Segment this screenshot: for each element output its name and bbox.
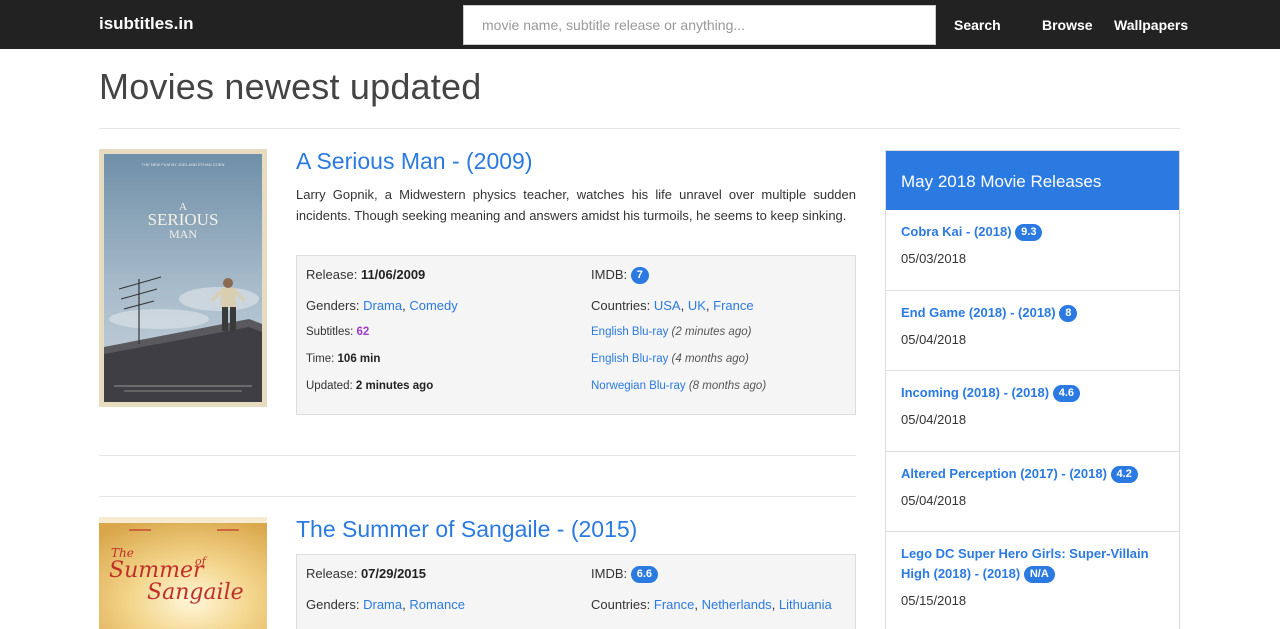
search-button[interactable]: Search bbox=[954, 17, 1001, 33]
release-title-row: Incoming (2018) - (2018) 4.6 bbox=[901, 383, 1164, 403]
country-link[interactable]: France bbox=[713, 298, 753, 313]
imdb-rating-badge: 6.6 bbox=[630, 566, 659, 584]
release-title-link[interactable]: Altered Perception (2017) - (2018) bbox=[901, 466, 1107, 481]
subtitle-link[interactable]: English Blu-ray bbox=[591, 353, 668, 365]
release-field: Release: 11/06/2009 bbox=[306, 267, 425, 282]
genres-field: Genders: Drama, Comedy bbox=[306, 298, 458, 313]
subtitles-count: 62 bbox=[356, 326, 370, 338]
genres-label: Genders: bbox=[306, 298, 360, 313]
movie-description: Larry Gopnik, a Midwestern physics teach… bbox=[296, 187, 856, 223]
movie-info-panel: Release: 11/06/2009 IMDB: 7 Genders: Dra… bbox=[296, 255, 856, 415]
country-link[interactable]: Netherlands bbox=[702, 597, 772, 612]
release-title-link[interactable]: Cobra Kai - (2018) bbox=[901, 224, 1012, 239]
release-list-item: Cobra Kai - (2018) 9.3 05/03/2018 bbox=[886, 210, 1179, 291]
imdb-field: IMDB: 6.6 bbox=[591, 566, 659, 584]
imdb-rating-badge: 7 bbox=[630, 267, 649, 285]
imdb-label: IMDB: bbox=[591, 267, 628, 282]
search-box bbox=[463, 5, 936, 45]
genre-link[interactable]: Romance bbox=[409, 597, 465, 612]
release-value: 11/06/2009 bbox=[360, 267, 426, 282]
page-title: Movies newest updated bbox=[99, 66, 482, 107]
subtitle-age: (2 minutes ago) bbox=[671, 326, 752, 338]
subtitle-age: (4 months ago) bbox=[671, 353, 749, 365]
release-title-row: Lego DC Super Hero Girls: Super-Villain … bbox=[901, 544, 1164, 584]
release-label: Release: bbox=[306, 267, 358, 282]
poster-title-3: MAN bbox=[169, 227, 197, 241]
release-value: 07/29/2015 bbox=[360, 566, 427, 581]
release-list-item: Altered Perception (2017) - (2018) 4.2 0… bbox=[886, 452, 1179, 532]
rating-badge: 4.6 bbox=[1052, 385, 1081, 403]
countries-label: Countries: bbox=[591, 298, 651, 313]
updated-value: 2 minutes ago bbox=[355, 380, 434, 392]
release-list-item: Incoming (2018) - (2018) 4.6 05/04/2018 bbox=[886, 371, 1179, 452]
recent-subtitle: English Blu-ray (2 minutes ago) bbox=[591, 326, 751, 338]
release-date: 05/04/2018 bbox=[901, 412, 967, 427]
rating-badge: 8 bbox=[1059, 304, 1078, 322]
poster-title-4: Sangaile bbox=[147, 580, 244, 605]
time-field: Time: 106 min bbox=[306, 353, 380, 365]
recent-subtitle: Norwegian Blu-ray (8 months ago) bbox=[591, 380, 766, 392]
countries-label: Countries: bbox=[591, 597, 651, 612]
sidebar-header: May 2018 Movie Releases bbox=[886, 151, 1179, 210]
countries-field: Countries: USA, UK, France bbox=[591, 298, 754, 313]
release-date: 05/04/2018 bbox=[901, 492, 967, 508]
country-link[interactable]: France bbox=[654, 597, 694, 612]
genre-link[interactable]: Drama bbox=[363, 298, 402, 313]
release-date: 05/15/2018 bbox=[901, 593, 967, 608]
imdb-field: IMDB: 7 bbox=[591, 267, 649, 285]
poster-summer-of-sangaile: The Summer of Sangaile bbox=[99, 517, 267, 629]
subtitle-link[interactable]: Norwegian Blu-ray bbox=[591, 380, 686, 392]
updated-field: Updated: 2 minutes ago bbox=[306, 380, 433, 392]
country-link[interactable]: UK bbox=[688, 298, 706, 313]
title-divider bbox=[99, 128, 1180, 129]
genres-label: Genders: bbox=[306, 597, 360, 612]
nav-wallpapers[interactable]: Wallpapers bbox=[1114, 17, 1188, 33]
release-title-link[interactable]: Incoming (2018) - (2018) bbox=[901, 385, 1049, 400]
time-value: 106 min bbox=[337, 353, 381, 365]
subtitle-link[interactable]: English Blu-ray bbox=[591, 326, 668, 338]
movie-divider bbox=[99, 455, 856, 456]
updated-label: Updated: bbox=[306, 380, 353, 392]
release-date: 05/03/2018 bbox=[901, 251, 967, 266]
release-title-row: Altered Perception (2017) - (2018) 4.2 bbox=[901, 464, 1164, 484]
subtitle-age: (8 months ago) bbox=[688, 380, 767, 392]
release-title-row: Cobra Kai - (2018) 9.3 bbox=[901, 222, 1164, 242]
release-list-item: Lego DC Super Hero Girls: Super-Villain … bbox=[886, 532, 1179, 629]
time-label: Time: bbox=[306, 353, 335, 365]
rating-badge: 4.2 bbox=[1110, 465, 1138, 483]
genre-link[interactable]: Drama bbox=[363, 597, 402, 612]
movie-poster[interactable]: The Summer of Sangaile bbox=[99, 517, 267, 629]
movie-divider bbox=[99, 496, 856, 497]
subtitles-field: Subtitles: 62 bbox=[306, 326, 369, 338]
imdb-label: IMDB: bbox=[591, 566, 628, 581]
movie-title-link[interactable]: A Serious Man - (2009) bbox=[296, 148, 533, 175]
rating-badge: N/A bbox=[1023, 566, 1055, 584]
genres-field: Genders: Drama, Romance bbox=[306, 597, 465, 612]
country-link[interactable]: Lithuania bbox=[779, 597, 832, 612]
movie-info-panel: Release: 07/29/2015 IMDB: 6.6 Genders: D… bbox=[296, 554, 856, 629]
release-list-item: End Game (2018) - (2018) 8 05/04/2018 bbox=[886, 291, 1179, 371]
recent-subtitle: English Blu-ray (4 months ago) bbox=[591, 353, 749, 365]
countries-field: Countries: France, Netherlands, Lithuani… bbox=[591, 597, 832, 612]
site-logo[interactable]: isubtitles.in bbox=[99, 14, 193, 34]
release-date: 05/04/2018 bbox=[901, 331, 967, 347]
nav-browse[interactable]: Browse bbox=[1042, 17, 1093, 33]
rating-badge: 9.3 bbox=[1015, 224, 1043, 242]
release-field: Release: 07/29/2015 bbox=[306, 566, 426, 581]
poster-tagline: THE NEW FILM BY JOEL AND ETHAN COEN bbox=[142, 162, 225, 167]
subtitles-label: Subtitles: bbox=[306, 326, 354, 338]
top-navbar: isubtitles.in Search Browse Wallpapers bbox=[0, 0, 1280, 49]
genre-link[interactable]: Comedy bbox=[409, 298, 457, 313]
movie-title-link[interactable]: The Summer of Sangaile - (2015) bbox=[296, 516, 637, 543]
release-title-row: End Game (2018) - (2018) 8 bbox=[901, 303, 1164, 323]
poster-a-serious-man: THE NEW FILM BY JOEL AND ETHAN COEN A SE… bbox=[99, 149, 267, 407]
country-link[interactable]: USA bbox=[654, 298, 681, 313]
sidebar-releases: May 2018 Movie Releases Cobra Kai - (201… bbox=[885, 150, 1180, 629]
search-input[interactable] bbox=[464, 6, 935, 44]
release-title-link[interactable]: End Game (2018) - (2018) bbox=[901, 305, 1056, 320]
movie-poster[interactable]: THE NEW FILM BY JOEL AND ETHAN COEN A SE… bbox=[99, 149, 267, 407]
release-label: Release: bbox=[306, 566, 358, 581]
